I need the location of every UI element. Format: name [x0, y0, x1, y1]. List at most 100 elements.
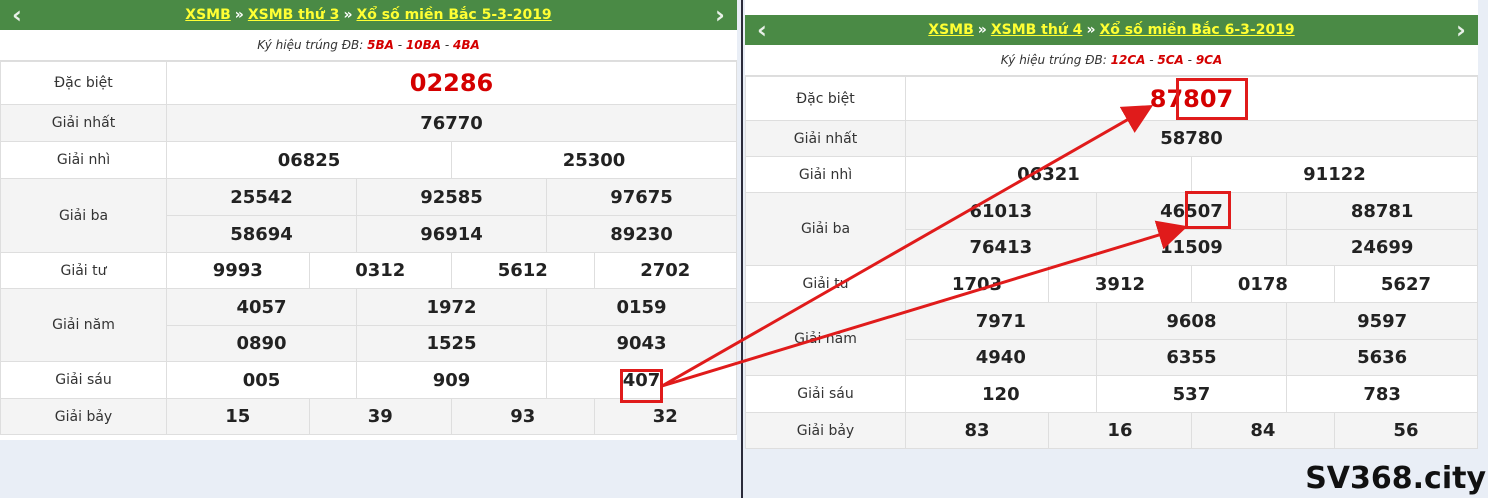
prize-number: 1972 — [356, 288, 547, 326]
prize-label: Giải nhất — [745, 120, 906, 157]
prize-label: Giải ba — [0, 178, 167, 253]
prev-day-chevron-icon[interactable]: ‹ — [2, 0, 32, 30]
prize-number: 1525 — [356, 325, 547, 362]
prize-number: 7971 — [905, 302, 1097, 340]
prize-number: 76413 — [905, 229, 1097, 266]
prize-label: Giải tư — [745, 265, 906, 303]
prize-row-third: Giải ba 61013 46507 88781 — [745, 192, 1478, 266]
highlight-box-407 — [620, 369, 663, 403]
prize-row-fifth: Giải năm 4057 1972 0159 — [0, 288, 737, 362]
prize-number: 25300 — [451, 141, 737, 179]
prize-row-fourth: Giải tư 9993 0312 5612 2702 — [0, 252, 737, 289]
breadcrumb-weekday-link[interactable]: XSMB thứ 4 — [991, 22, 1083, 38]
prize-row-third: Giải ba 25542 92585 97675 — [0, 178, 737, 253]
prize-number: 4940 — [905, 339, 1097, 376]
prize-number: 9043 — [546, 325, 737, 362]
breadcrumb-date-link[interactable]: Xổ số miền Bắc 6-3-2019 — [1099, 22, 1294, 38]
prize-number: 909 — [356, 361, 547, 399]
prize-number: 3912 — [1047, 265, 1192, 303]
prize-number: 5636 — [1286, 339, 1478, 376]
breadcrumb-separator: » — [977, 22, 987, 38]
code: 4BA — [452, 38, 480, 52]
prize-number: 97675 — [546, 178, 737, 216]
results-panel-6-3-2019: ‹ XSMB » XSMB thứ 4 » Xổ số miền Bắc 6-3… — [745, 0, 1479, 449]
breadcrumb-xsmb-link[interactable]: XSMB — [185, 7, 230, 23]
special-prize-codes: Ký hiệu trúng ĐB: 5BA - 10BA - 4BA — [0, 30, 737, 61]
prize-row-seventh: Giải bảy 15 39 93 32 — [0, 398, 737, 435]
prize-number: 32 — [593, 398, 737, 435]
prize-number: 83 — [905, 412, 1049, 449]
highlight-box-807 — [1176, 78, 1248, 120]
prize-label: Giải sáu — [745, 375, 906, 413]
prize-number: 16 — [1047, 412, 1192, 449]
prize-number: 120 — [905, 375, 1097, 413]
prize-number: 96914 — [356, 215, 547, 253]
prize-row-special: Đặc biệt 02286 — [0, 61, 737, 105]
prize-number: 15 — [166, 398, 310, 435]
breadcrumb-separator: » — [1086, 22, 1096, 38]
prize-row-special: Đặc biệt 87807 — [745, 76, 1478, 121]
prize-number: 9993 — [166, 252, 310, 289]
prize-number: 4057 — [166, 288, 357, 326]
prize-number: 783 — [1286, 375, 1478, 413]
results-header: ‹ XSMB » XSMB thứ 3 » Xổ số miền Bắc 5-3… — [0, 0, 737, 30]
breadcrumb-separator: » — [343, 7, 353, 23]
prize-number: 0890 — [166, 325, 357, 362]
prize-number: 89230 — [546, 215, 737, 253]
prize-number: 56 — [1333, 412, 1479, 449]
prize-row-second: Giải nhì 06321 91122 — [745, 156, 1479, 193]
prize-number: 84 — [1190, 412, 1335, 449]
prize-label: Giải bảy — [0, 398, 167, 435]
prize-label: Giải nhì — [745, 156, 906, 193]
prize-number: 39 — [308, 398, 452, 435]
breadcrumb-xsmb-link[interactable]: XSMB — [928, 22, 973, 38]
prize-number: 9597 — [1286, 302, 1478, 340]
prize-number: 0159 — [546, 288, 737, 326]
prize-number: 93 — [451, 398, 595, 435]
prize-number: 06825 — [166, 141, 452, 179]
prize-label: Giải nhất — [0, 104, 167, 142]
prize-number: 91122 — [1190, 156, 1479, 193]
prize-number: 9608 — [1095, 302, 1288, 340]
prize-label: Giải sáu — [0, 361, 167, 399]
special-prize-codes: Ký hiệu trúng ĐB: 12CA - 5CA - 9CA — [745, 45, 1478, 76]
prize-row-fifth: Giải năm 7971 9608 9597 — [745, 302, 1478, 376]
code: 5BA — [367, 38, 394, 52]
prize-label: Giải năm — [0, 288, 167, 362]
code: 9CA — [1195, 53, 1223, 67]
prize-label: Giải năm — [745, 302, 906, 376]
code: 10BA — [405, 38, 442, 52]
prize-number: 005 — [166, 361, 357, 399]
prize-row-seventh: Giải bảy 83 16 84 56 — [745, 412, 1479, 449]
prize-label: Đặc biệt — [0, 61, 167, 105]
breadcrumb-date-link[interactable]: Xổ số miền Bắc 5-3-2019 — [356, 7, 551, 23]
prize-label: Giải nhì — [0, 141, 167, 179]
breadcrumb-weekday-link[interactable]: XSMB thứ 3 — [248, 7, 340, 23]
prize-number: 88781 — [1286, 192, 1478, 230]
prize-number: 537 — [1095, 375, 1288, 413]
prize-row-second: Giải nhì 06825 25300 — [0, 141, 737, 179]
prize-row-first: Giải nhất 58780 — [745, 120, 1478, 157]
results-table: Đặc biệt 87807 Giải nhất 58780 Giải nhì … — [745, 76, 1479, 449]
prize-label: Đặc biệt — [745, 76, 906, 121]
prize-number: 0178 — [1190, 265, 1335, 303]
prev-day-chevron-icon[interactable]: ‹ — [747, 15, 777, 45]
prize-row-first: Giải nhất 76770 — [0, 104, 737, 142]
next-day-chevron-icon[interactable]: › — [1446, 15, 1476, 45]
prize-number: 6355 — [1095, 339, 1288, 376]
prize-number: 5612 — [451, 252, 595, 289]
prize-row-fourth: Giải tư 1703 3912 0178 5627 — [745, 265, 1479, 303]
prize-number: 5627 — [1333, 265, 1479, 303]
highlight-box-507 — [1185, 191, 1231, 229]
prize-number: 11509 — [1095, 229, 1288, 266]
prize-number: 58694 — [166, 215, 357, 253]
prize-label: Giải bảy — [745, 412, 906, 449]
prize-number: 58780 — [905, 120, 1478, 157]
results-header: ‹ XSMB » XSMB thứ 4 » Xổ số miền Bắc 6-3… — [745, 15, 1478, 45]
prize-label: Giải tư — [0, 252, 167, 289]
prize-label: Giải ba — [745, 192, 906, 266]
special-prize-number: 02286 — [166, 61, 737, 105]
breadcrumb-separator: » — [234, 7, 244, 23]
prize-number: 2702 — [593, 252, 737, 289]
next-day-chevron-icon[interactable]: › — [705, 0, 735, 30]
